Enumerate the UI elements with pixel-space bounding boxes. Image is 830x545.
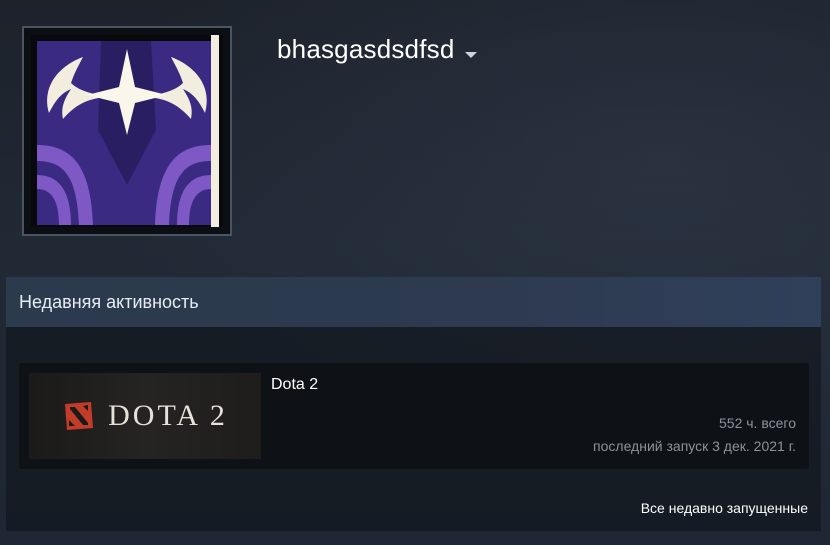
view-all-recent-link[interactable]: Все недавно запущенные (641, 500, 808, 516)
game-name-link[interactable]: Dota 2 (271, 376, 318, 394)
persona-dropdown[interactable]: bhasgasdsdfsd (277, 34, 477, 65)
game-last-played: последний запуск 3 дек. 2021 г. (593, 438, 796, 454)
capsule-title: DOTA 2 (108, 399, 228, 432)
recent-activity-header: Недавняя активность (6, 277, 821, 327)
avatar[interactable] (22, 26, 232, 236)
antlered-star-avatar-icon (31, 35, 223, 227)
recent-activity-title: Недавняя активность (19, 291, 199, 312)
recent-activity-panel: Недавняя активность DOTA 2 Dota 2 552 ч.… (6, 277, 821, 531)
game-hours: 552 ч. всего (719, 415, 796, 431)
chevron-down-icon (464, 51, 477, 58)
game-row[interactable]: DOTA 2 Dota 2 552 ч. всего последний зап… (19, 363, 809, 469)
dota-logo-icon (65, 402, 94, 430)
game-capsule[interactable]: DOTA 2 (29, 373, 261, 459)
persona-name: bhasgasdsdfsd (277, 34, 455, 64)
